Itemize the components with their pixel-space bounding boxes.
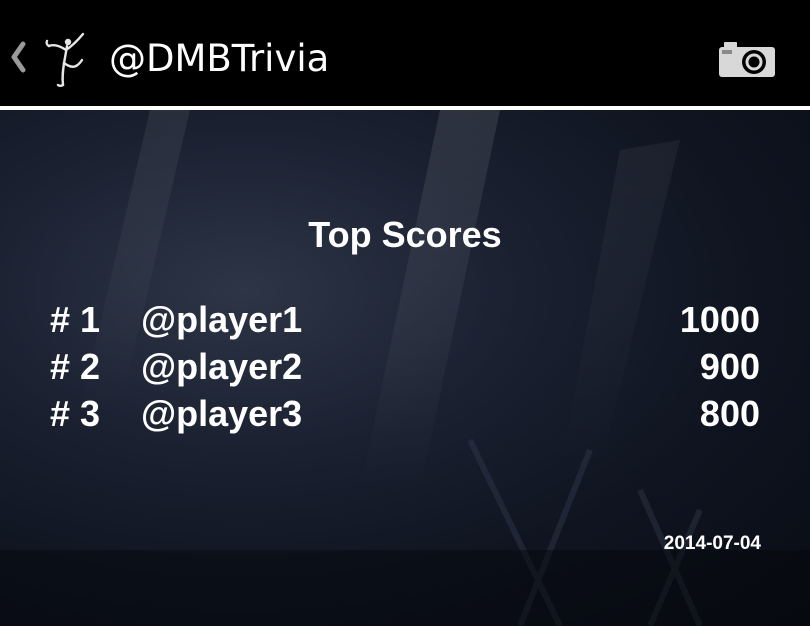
scores-title: Top Scores [308, 214, 502, 255]
score-player-name: @player3 [141, 393, 303, 434]
action-bar: @DMBTrivia [0, 0, 810, 106]
score-points: 800 [699, 393, 760, 434]
score-row: # 1 @player1 1000 [48, 296, 762, 343]
chevron-left-icon [11, 41, 26, 73]
app-screen: @DMBTrivia Top Scores # 1 @player1 1000 … [0, 0, 810, 626]
firedancer-logo [45, 32, 85, 87]
score-row: # 3 @player3 800 [48, 390, 762, 437]
scores-panel: Top Scores # 1 @player1 1000 # 2 @player… [0, 110, 810, 626]
scores-date: 2014-07-04 [663, 533, 761, 554]
camera-button[interactable] [716, 36, 778, 82]
score-rank: # 1 [50, 299, 101, 340]
score-player-name: @player1 [141, 299, 303, 340]
score-row: # 2 @player2 900 [48, 343, 762, 390]
score-rank: # 3 [50, 393, 101, 434]
score-list: # 1 @player1 1000 # 2 @player2 900 # 3 @… [48, 296, 762, 437]
score-player-name: @player2 [141, 346, 303, 387]
app-title: @DMBTrivia [109, 37, 330, 80]
score-rank: # 2 [50, 346, 101, 387]
up-navigation-button[interactable] [4, 28, 92, 88]
camera-icon [719, 42, 775, 77]
score-points: 900 [699, 346, 760, 387]
score-points: 1000 [679, 299, 760, 340]
